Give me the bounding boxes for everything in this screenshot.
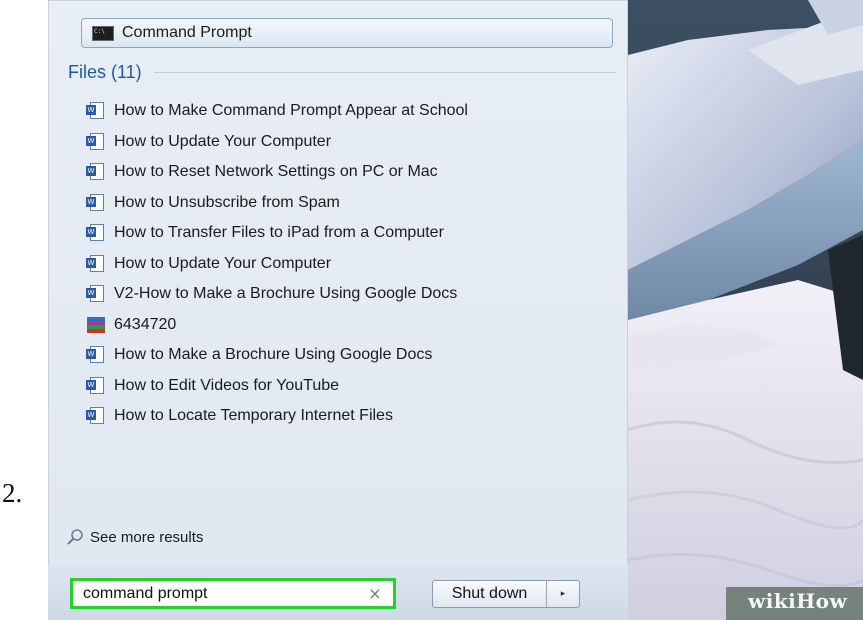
word-doc-icon: W xyxy=(86,285,106,303)
file-result-item[interactable]: 6434720 xyxy=(86,310,606,341)
file-results-list: W How to Make Command Prompt Appear at S… xyxy=(86,96,606,432)
clear-search-icon[interactable]: × xyxy=(365,584,385,603)
file-result-label: How to Reset Network Settings on PC or M… xyxy=(114,163,438,181)
see-more-results-label: See more results xyxy=(90,528,204,546)
word-doc-icon: W xyxy=(86,346,106,364)
file-result-label: 6434720 xyxy=(114,315,177,333)
start-search-input[interactable]: command prompt × xyxy=(70,578,396,609)
file-result-item[interactable]: W V2-How to Make a Brochure Using Google… xyxy=(86,279,606,310)
word-doc-icon: W xyxy=(86,102,106,120)
section-divider xyxy=(153,72,616,73)
word-doc-icon: W xyxy=(86,224,106,242)
file-result-label: How to Unsubscribe from Spam xyxy=(114,193,340,211)
file-result-label: How to Update Your Computer xyxy=(114,254,332,272)
command-prompt-label: Command Prompt xyxy=(122,24,252,41)
file-result-item[interactable]: W How to Make Command Prompt Appear at S… xyxy=(86,96,606,127)
shut-down-options-arrow-icon[interactable]: ▸ xyxy=(547,581,579,607)
files-section-header: Files (11) xyxy=(68,62,616,83)
file-result-item[interactable]: W How to Make a Brochure Using Google Do… xyxy=(86,340,606,371)
search-input-value[interactable]: command prompt xyxy=(83,585,365,603)
file-result-item[interactable]: W How to Update Your Computer xyxy=(86,249,606,280)
desktop-wallpaper xyxy=(628,0,863,620)
shut-down-button-group: Shut down ▸ xyxy=(432,580,580,608)
file-result-item[interactable]: W How to Transfer Files to iPad from a C… xyxy=(86,218,606,249)
file-result-label: V2-How to Make a Brochure Using Google D… xyxy=(114,285,458,303)
file-result-item[interactable]: W How to Unsubscribe from Spam xyxy=(86,188,606,219)
file-result-label: How to Make a Brochure Using Google Docs xyxy=(114,346,433,364)
wikihow-watermark: wikiHow xyxy=(748,589,848,613)
word-doc-icon: W xyxy=(86,254,106,273)
word-doc-icon: W xyxy=(86,376,106,395)
files-section-title[interactable]: Files (11) xyxy=(68,62,142,83)
word-doc-icon: W xyxy=(86,193,106,212)
step-number: 2. xyxy=(2,478,23,508)
word-doc-icon: W xyxy=(86,407,106,425)
start-menu-panel: Command Prompt Files (11) W How to Make … xyxy=(48,0,628,620)
file-result-label: How to Locate Temporary Internet Files xyxy=(114,407,393,425)
file-result-item[interactable]: W How to Locate Temporary Internet Files xyxy=(86,401,606,432)
file-result-label: How to Make Command Prompt Appear at Sch… xyxy=(114,102,468,120)
rar-archive-icon xyxy=(86,316,106,334)
magnifier-icon xyxy=(67,529,83,545)
file-result-item[interactable]: W How to Reset Network Settings on PC or… xyxy=(86,157,606,188)
word-doc-icon: W xyxy=(86,163,106,181)
command-prompt-result[interactable]: Command Prompt xyxy=(81,18,613,48)
shut-down-button[interactable]: Shut down xyxy=(433,581,547,607)
word-doc-icon: W xyxy=(86,132,106,151)
file-result-item[interactable]: W How to Update Your Computer xyxy=(86,127,606,158)
file-result-label: How to Transfer Files to iPad from a Com… xyxy=(114,224,444,242)
ice-landscape-image xyxy=(628,0,863,620)
command-prompt-icon xyxy=(92,25,114,41)
file-result-label: How to Edit Videos for YouTube xyxy=(114,376,340,394)
file-result-item[interactable]: W How to Edit Videos for YouTube xyxy=(86,371,606,402)
file-result-label: How to Update Your Computer xyxy=(114,132,332,150)
see-more-results-link[interactable]: See more results xyxy=(66,528,203,546)
